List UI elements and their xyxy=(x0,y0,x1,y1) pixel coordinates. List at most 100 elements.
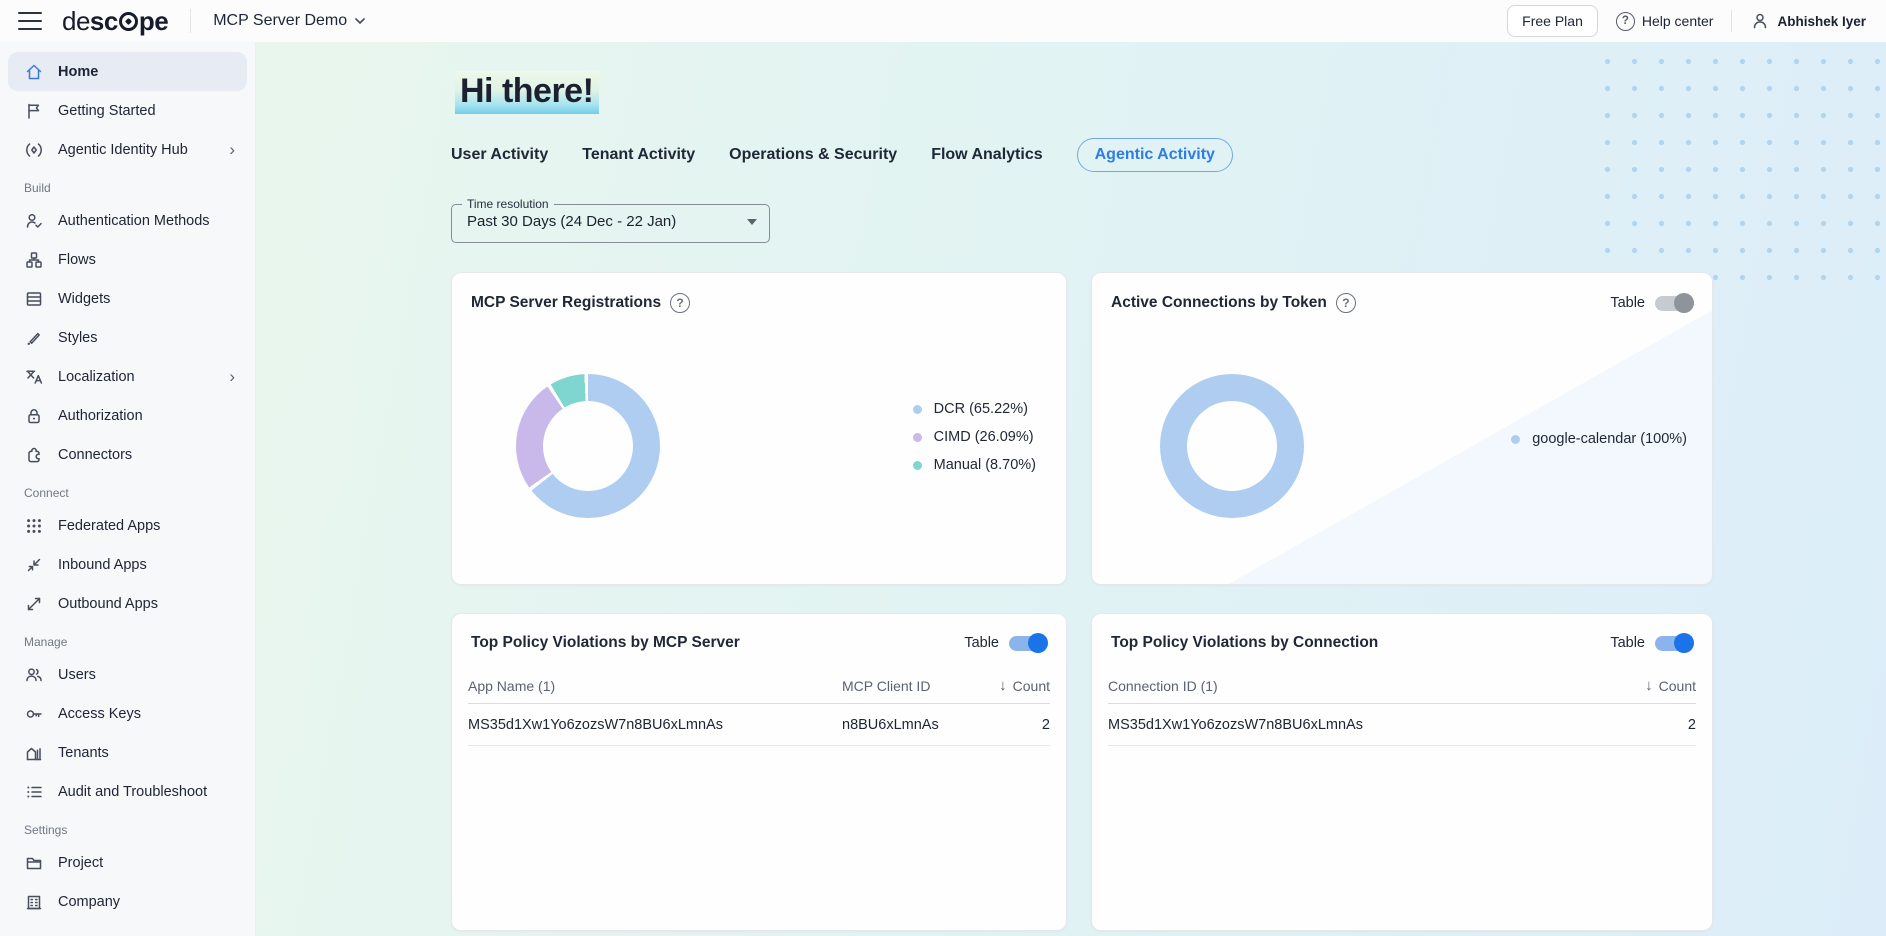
card-title: Active Connections by Token xyxy=(1111,294,1327,312)
sidebar-item-widgets[interactable]: Widgets xyxy=(8,279,247,318)
building-icon xyxy=(24,892,44,912)
user-check-icon xyxy=(24,211,44,231)
table-toggle[interactable] xyxy=(1009,636,1046,651)
user-icon xyxy=(1750,11,1770,31)
sidebar-item-home[interactable]: Home xyxy=(8,52,247,91)
logo-o-icon xyxy=(119,12,138,31)
project-name: MCP Server Demo xyxy=(213,12,347,30)
dashboard-tabs: User Activity Tenant Activity Operations… xyxy=(451,138,1713,172)
top-bar: descpe MCP Server Demo Free Plan ? Help … xyxy=(0,0,1886,42)
sidebar-item-agentic-identity-hub[interactable]: Agentic Identity Hub › xyxy=(8,130,247,169)
help-icon[interactable]: ? xyxy=(670,293,690,313)
legend-dot xyxy=(913,433,922,442)
help-icon[interactable]: ? xyxy=(1336,293,1356,313)
chevron-down-icon xyxy=(355,18,365,24)
section-label-build: Build xyxy=(0,169,255,201)
card-top-policy-violations-by-mcp-server: Top Policy Violations by MCP Server Tabl… xyxy=(451,613,1067,931)
column-header-count[interactable]: ↓Count xyxy=(954,677,1050,694)
sidebar-item-label: Home xyxy=(58,64,98,80)
card-top-policy-violations-by-connection: Top Policy Violations by Connection Tabl… xyxy=(1091,613,1713,931)
select-caret-icon xyxy=(747,219,757,225)
users-icon xyxy=(24,665,44,685)
section-label-settings: Settings xyxy=(0,811,255,843)
sidebar-item-inbound-apps[interactable]: Inbound Apps xyxy=(8,545,247,584)
cell-mcp-client-id: n8BU6xLmnAs xyxy=(842,717,954,733)
registrations-donut-chart xyxy=(516,374,660,518)
legend-label: DCR (65.22%) xyxy=(934,401,1028,417)
column-header-mcp-client-id[interactable]: MCP Client ID xyxy=(842,678,954,694)
sidebar-item-authorization[interactable]: Authorization xyxy=(8,396,247,435)
card-mcp-server-registrations: MCP Server Registrations ? DCR (65.22%) … xyxy=(451,272,1067,585)
tab-operations-security[interactable]: Operations & Security xyxy=(729,139,897,171)
sidebar-item-label: Agentic Identity Hub xyxy=(58,142,188,158)
cell-count: 2 xyxy=(954,717,1050,733)
cell-connection-id: MS35d1Xw1Yo6zozsW7n8BU6xLmnAs xyxy=(1108,717,1586,733)
menu-icon[interactable] xyxy=(18,12,42,30)
legend-label: CIMD (26.09%) xyxy=(934,429,1034,445)
grid-dots-icon xyxy=(24,516,44,536)
sidebar-item-authentication-methods[interactable]: Authentication Methods xyxy=(8,201,247,240)
divider xyxy=(190,9,191,33)
column-header-connection-id[interactable]: Connection ID (1) xyxy=(1108,678,1586,694)
sidebar-item-company[interactable]: Company xyxy=(8,882,247,921)
sidebar-item-getting-started[interactable]: Getting Started xyxy=(8,91,247,130)
section-label-connect: Connect xyxy=(0,474,255,506)
tab-flow-analytics[interactable]: Flow Analytics xyxy=(931,139,1042,171)
folder-icon xyxy=(24,853,44,873)
sidebar-item-label: Styles xyxy=(58,330,98,346)
sidebar-item-styles[interactable]: Styles xyxy=(8,318,247,357)
tab-user-activity[interactable]: User Activity xyxy=(451,139,548,171)
descope-logo[interactable]: descpe xyxy=(62,6,168,37)
sidebar-item-label: Federated Apps xyxy=(58,518,160,534)
logo-text: de xyxy=(62,6,90,37)
sidebar-item-label: Inbound Apps xyxy=(58,557,147,573)
legend-dot xyxy=(913,461,922,470)
sidebar-item-users[interactable]: Users xyxy=(8,655,247,694)
help-center-link[interactable]: ? Help center xyxy=(1616,12,1714,31)
sidebar-item-label: Localization xyxy=(58,369,135,385)
sidebar-item-project[interactable]: Project xyxy=(8,843,247,882)
cards-grid: MCP Server Registrations ? DCR (65.22%) … xyxy=(451,272,1713,931)
free-plan-button[interactable]: Free Plan xyxy=(1507,5,1598,37)
sort-desc-icon: ↓ xyxy=(999,677,1007,694)
sidebar-item-tenants[interactable]: Tenants xyxy=(8,733,247,772)
user-menu[interactable]: Abhishek Iyer xyxy=(1750,11,1870,31)
sidebar-item-audit-and-troubleshoot[interactable]: Audit and Troubleshoot xyxy=(8,772,247,811)
column-header-app-name[interactable]: App Name (1) xyxy=(468,678,842,694)
sidebar-item-federated-apps[interactable]: Federated Apps xyxy=(8,506,247,545)
project-switcher[interactable]: MCP Server Demo xyxy=(213,12,365,30)
time-resolution-select[interactable]: Time resolution Past 30 Days (24 Dec - 2… xyxy=(451,197,770,243)
lock-icon xyxy=(24,406,44,426)
table-header-row: Connection ID (1) ↓Count xyxy=(1108,668,1696,704)
column-header-count[interactable]: ↓Count xyxy=(1586,677,1696,694)
sidebar-item-label: Connectors xyxy=(58,447,132,463)
sidebar-item-label: Tenants xyxy=(58,745,109,761)
table-toggle[interactable] xyxy=(1655,636,1692,651)
card-title: Top Policy Violations by Connection xyxy=(1111,634,1378,652)
topbar-right: Free Plan ? Help center Abhishek Iyer xyxy=(1507,5,1870,37)
table-toggle[interactable] xyxy=(1655,296,1692,311)
legend-label: google-calendar (100%) xyxy=(1532,431,1687,447)
card-active-connections-by-token: Active Connections by Token ? Table goog… xyxy=(1091,272,1713,585)
table-row[interactable]: MS35d1Xw1Yo6zozsW7n8BU6xLmnAs 2 xyxy=(1108,704,1696,746)
tab-tenant-activity[interactable]: Tenant Activity xyxy=(582,139,695,171)
translate-icon xyxy=(24,367,44,387)
time-resolution-value: Past 30 Days (24 Dec - 22 Jan) xyxy=(467,213,676,230)
sidebar-item-access-keys[interactable]: Access Keys xyxy=(8,694,247,733)
table-row[interactable]: MS35d1Xw1Yo6zozsW7n8BU6xLmnAs n8BU6xLmnA… xyxy=(468,704,1050,746)
legend-item-dcr: DCR (65.22%) xyxy=(913,401,1036,417)
arrows-inbound-icon xyxy=(24,555,44,575)
sort-desc-icon: ↓ xyxy=(1645,677,1653,694)
sidebar-item-outbound-apps[interactable]: Outbound Apps xyxy=(8,584,247,623)
tab-agentic-activity[interactable]: Agentic Activity xyxy=(1077,138,1233,172)
chart-legend: DCR (65.22%) CIMD (26.09%) Manual (8.70%… xyxy=(913,401,1036,473)
sidebar-item-label: Widgets xyxy=(58,291,110,307)
brush-icon xyxy=(24,328,44,348)
page-title: Hi there! xyxy=(455,71,599,114)
sidebar-item-localization[interactable]: Localization › xyxy=(8,357,247,396)
cell-count: 2 xyxy=(1586,717,1696,733)
sidebar-item-connectors[interactable]: Connectors xyxy=(8,435,247,474)
user-name: Abhishek Iyer xyxy=(1777,14,1866,29)
sidebar-item-flows[interactable]: Flows xyxy=(8,240,247,279)
table-toggle-label: Table xyxy=(1610,295,1645,311)
